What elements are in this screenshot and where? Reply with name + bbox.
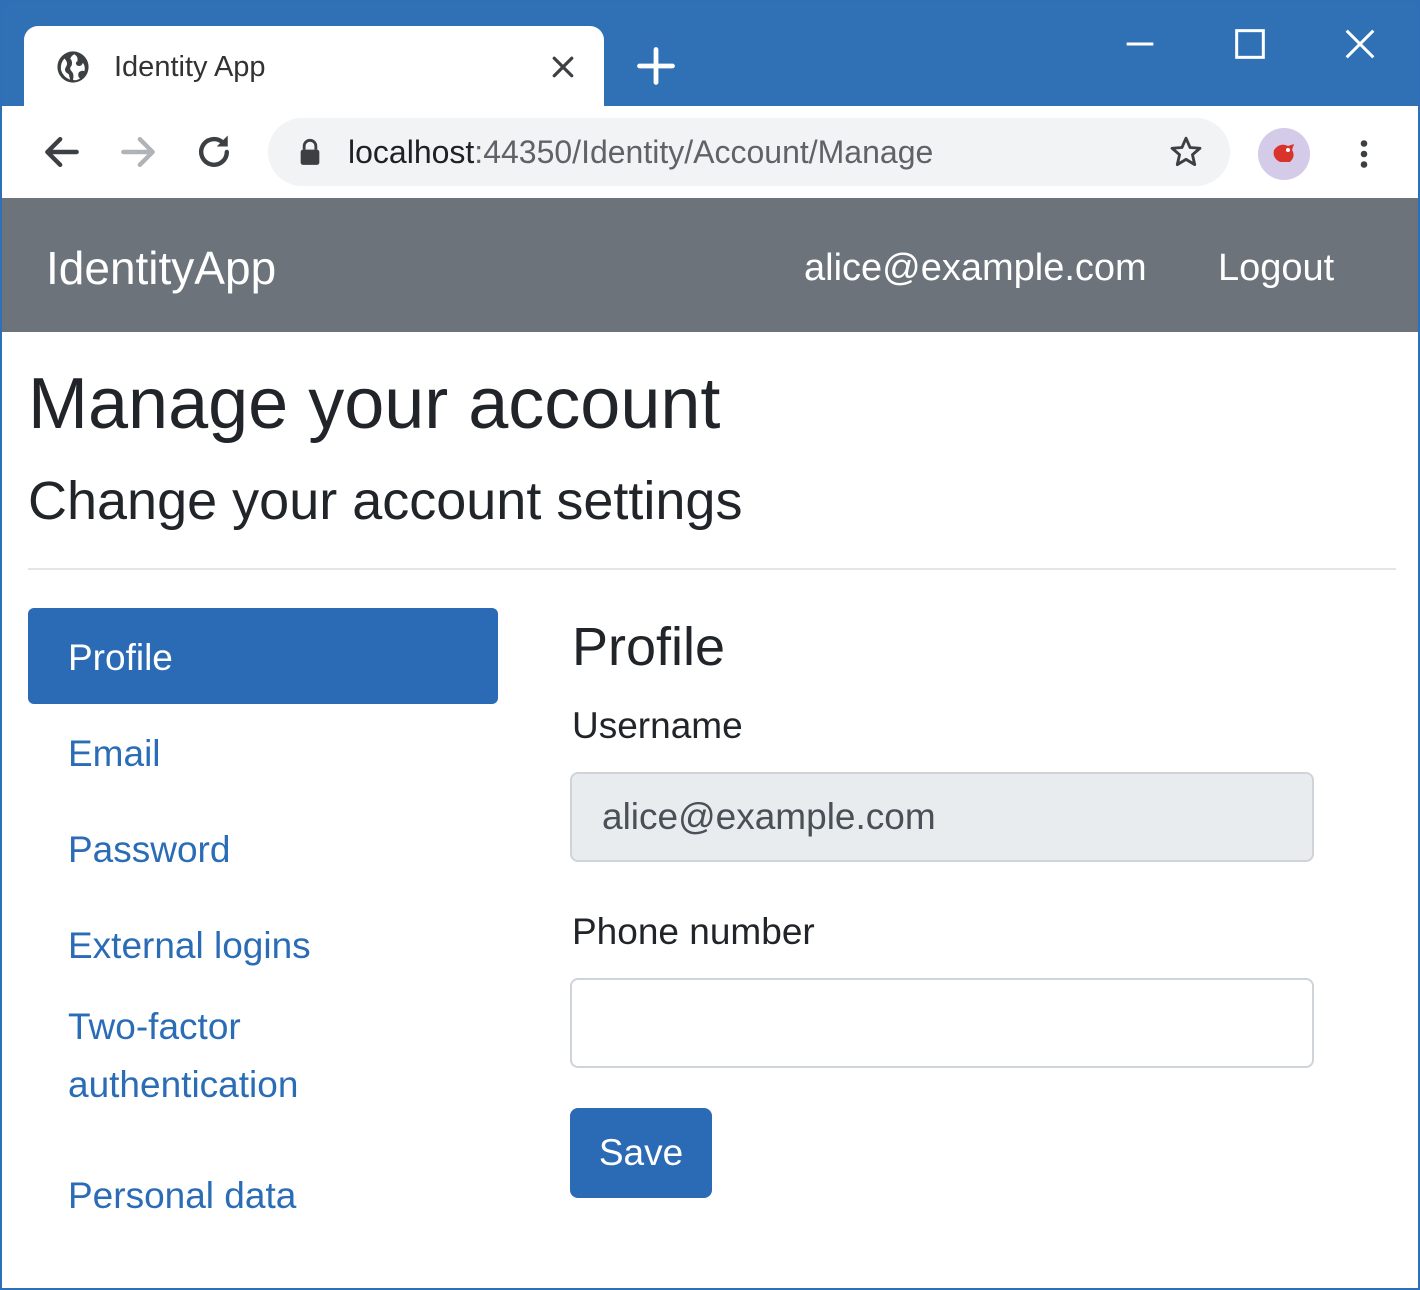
maximize-icon[interactable] bbox=[1230, 24, 1270, 64]
more-vert-icon[interactable] bbox=[1346, 134, 1382, 174]
sidebar-item-two-factor[interactable]: Two-factor authentication bbox=[28, 992, 498, 1146]
sidebar-item-label: Email bbox=[68, 733, 161, 774]
sidebar-item-personal-data[interactable]: Personal data bbox=[28, 1146, 498, 1242]
close-icon[interactable] bbox=[548, 52, 578, 82]
navbar-user-link[interactable]: alice@example.com bbox=[804, 246, 1147, 290]
address-bar[interactable]: localhost:44350/Identity/Account/Manage bbox=[268, 118, 1230, 186]
minimize-icon[interactable] bbox=[1120, 24, 1160, 64]
star-icon[interactable] bbox=[1168, 134, 1204, 170]
browser-toolbar: localhost:44350/Identity/Account/Manage bbox=[2, 106, 1418, 198]
window-close-icon[interactable] bbox=[1340, 24, 1380, 64]
username-field[interactable] bbox=[570, 772, 1314, 862]
sidebar-item-email[interactable]: Email bbox=[28, 704, 498, 800]
sidebar-item-label: External logins bbox=[68, 925, 311, 966]
avatar-icon bbox=[1273, 144, 1294, 162]
sidebar-item-label: Password bbox=[68, 829, 231, 870]
url-host: localhost bbox=[348, 134, 475, 170]
page-title: Manage your account bbox=[28, 364, 721, 444]
back-arrow-icon[interactable] bbox=[40, 130, 84, 174]
sidebar-item-external-logins[interactable]: External logins bbox=[28, 896, 498, 992]
browser-window: Identity App localhost:44350/Identity/Ac… bbox=[0, 0, 1420, 1290]
username-label: Username bbox=[572, 705, 743, 746]
sidebar-item-password[interactable]: Password bbox=[28, 800, 498, 896]
sidebar-item-label: Two-factor authentication bbox=[68, 1006, 299, 1105]
sidebar-item-profile[interactable]: Profile bbox=[28, 608, 498, 704]
logout-link[interactable]: Logout bbox=[1218, 246, 1334, 290]
save-button[interactable]: Save bbox=[570, 1108, 712, 1198]
globe-icon bbox=[57, 51, 89, 83]
browser-tab[interactable]: Identity App bbox=[24, 26, 604, 108]
tab-strip: Identity App bbox=[2, 2, 1418, 108]
sidebar-item-label: Personal data bbox=[68, 1175, 297, 1216]
phone-number-field[interactable] bbox=[570, 978, 1314, 1068]
navbar-brand[interactable]: IdentityApp bbox=[46, 242, 276, 294]
sidebar-item-label: Profile bbox=[68, 637, 173, 678]
lock-icon[interactable] bbox=[298, 138, 322, 166]
page-subtitle: Change your account settings bbox=[28, 471, 743, 531]
url-text[interactable]: localhost:44350/Identity/Account/Manage bbox=[348, 134, 933, 170]
divider bbox=[28, 568, 1396, 570]
section-heading: Profile bbox=[572, 617, 726, 677]
tab-title: Identity App bbox=[114, 51, 266, 83]
url-path: :44350/Identity/Account/Manage bbox=[474, 134, 934, 170]
reload-icon[interactable] bbox=[192, 130, 236, 174]
plus-icon[interactable] bbox=[634, 44, 678, 88]
phone-label: Phone number bbox=[572, 911, 815, 952]
forward-arrow-icon[interactable] bbox=[116, 130, 160, 174]
app-navbar: IdentityApp alice@example.com Logout bbox=[2, 198, 1418, 332]
avatar[interactable] bbox=[1258, 128, 1310, 180]
